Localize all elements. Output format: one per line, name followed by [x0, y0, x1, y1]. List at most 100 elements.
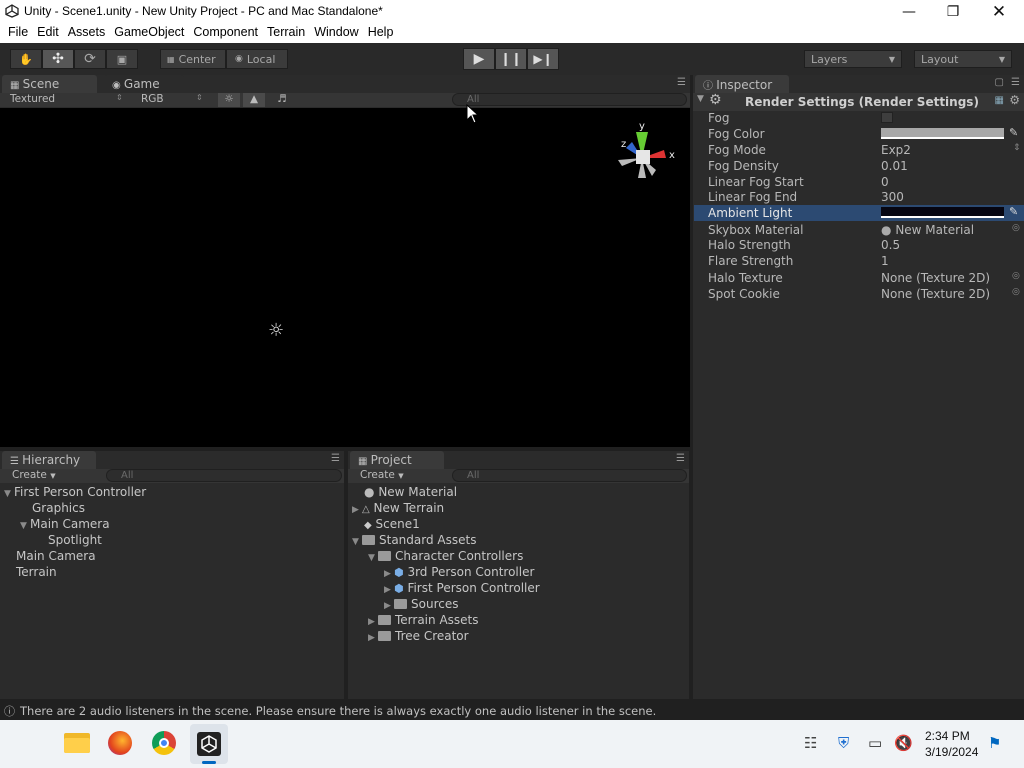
expand-arrow-icon[interactable]: ▼	[697, 94, 704, 104]
minimize-button[interactable]: —	[886, 0, 932, 23]
hierarchy-search-input[interactable]: All	[106, 469, 342, 482]
panel-menu-icon[interactable]: ☰	[676, 453, 685, 464]
list-item[interactable]: Main Camera	[16, 549, 96, 565]
menu-file[interactable]: File	[4, 23, 33, 43]
tab-game[interactable]: ◉ Game	[104, 75, 184, 93]
scale-tool-button[interactable]: ▣	[106, 49, 138, 69]
move-tool-button[interactable]: ✣	[42, 49, 74, 69]
expand-arrow-icon[interactable]: ▼	[352, 537, 362, 547]
pivot-toggle[interactable]: ▦ Center	[160, 49, 226, 69]
panel-menu-icon[interactable]: ☰	[677, 77, 686, 88]
maximize-button[interactable]: ❐	[930, 0, 976, 23]
skybox-toggle[interactable]: ▲	[243, 93, 265, 107]
layout-dropdown[interactable]: Layout ▼	[914, 50, 1012, 68]
rotate-tool-button[interactable]: ⟳	[74, 49, 106, 69]
settings-icon[interactable]: ⚙	[1009, 93, 1020, 107]
fog-color-swatch[interactable]	[881, 128, 1004, 139]
firefox-icon[interactable]	[108, 731, 132, 755]
unity-taskbar-button[interactable]	[190, 724, 228, 764]
flare-strength-field[interactable]: 1	[881, 254, 889, 268]
expand-arrow-icon[interactable]: ▼	[368, 553, 378, 563]
layers-dropdown[interactable]: Layers ▼	[804, 50, 902, 68]
clock-time[interactable]: 2:34 PM	[925, 729, 970, 743]
panel-menu-icon[interactable]: ☰	[331, 453, 340, 464]
list-item[interactable]: ▼ Standard Assets	[352, 533, 476, 549]
list-item[interactable]: ▼ Character Controllers	[368, 549, 523, 565]
tab-project[interactable]: ▦ Project	[350, 451, 444, 469]
tab-inspector[interactable]: ⓘ Inspector	[695, 75, 789, 93]
render-mode-dropdown[interactable]: RGB	[141, 93, 164, 105]
fog-mode-dropdown[interactable]: Exp2	[881, 143, 911, 157]
expand-arrow-icon[interactable]: ▼	[20, 521, 30, 531]
expand-arrow-icon[interactable]: ▶	[384, 601, 394, 611]
status-bar[interactable]: ⓘ There are 2 audio listeners in the sce…	[0, 701, 1024, 720]
list-item[interactable]: ▶ Tree Creator	[368, 629, 469, 645]
list-item[interactable]: Graphics	[32, 501, 85, 517]
scene-search-input[interactable]: All	[452, 93, 687, 106]
linear-fog-end-field[interactable]: 300	[881, 190, 904, 204]
orientation-gizmo[interactable]: y x z	[612, 120, 678, 184]
fog-density-field[interactable]: 0.01	[881, 159, 908, 173]
chrome-icon[interactable]	[152, 731, 176, 755]
scene-viewport[interactable]: ☼ y x z	[0, 108, 690, 447]
fog-checkbox[interactable]	[881, 112, 893, 123]
menu-help[interactable]: Help	[364, 23, 399, 43]
menu-gameobject[interactable]: GameObject	[110, 23, 189, 43]
expand-arrow-icon[interactable]: ▶	[352, 505, 362, 515]
menu-edit[interactable]: Edit	[33, 23, 64, 43]
list-item[interactable]: ● New Material	[364, 485, 457, 501]
eyedropper-icon[interactable]: ✎	[1009, 126, 1018, 139]
list-item[interactable]: ◆ Scene1	[364, 517, 420, 533]
spot-cookie-field[interactable]: None (Texture 2D)	[881, 287, 990, 301]
play-button[interactable]: ▶	[463, 48, 495, 70]
lock-icon[interactable]: ▢	[995, 77, 1004, 88]
light-gizmo-icon[interactable]: ☼	[268, 320, 294, 346]
network-off-icon[interactable]: ☷	[804, 734, 817, 752]
pause-button[interactable]: ❙❙	[495, 48, 527, 70]
hand-tool-button[interactable]: ✋	[10, 49, 42, 69]
clock-date[interactable]: 3/19/2024	[925, 745, 978, 759]
expand-arrow-icon[interactable]: ▶	[384, 569, 394, 579]
list-item[interactable]: ▶ Sources	[384, 597, 458, 613]
help-icon[interactable]: ▦	[995, 95, 1004, 106]
halo-texture-field[interactable]: None (Texture 2D)	[881, 271, 990, 285]
ambient-light-swatch[interactable]	[881, 207, 1004, 218]
expand-arrow-icon[interactable]: ▶	[384, 585, 394, 595]
project-create-button[interactable]: Create ▼	[360, 469, 404, 481]
audio-toggle[interactable]: ♬	[272, 93, 292, 105]
expand-arrow-icon[interactable]: ▶	[368, 633, 378, 643]
object-picker-icon[interactable]: ◎	[1012, 287, 1020, 297]
list-item[interactable]: ▶ ⬢ 3rd Person Controller	[384, 565, 534, 581]
step-button[interactable]: ▶❙	[527, 48, 559, 70]
speaker-muted-icon[interactable]: 🔇	[894, 734, 913, 752]
list-item[interactable]: ▶ ⬢ First Person Controller	[384, 581, 540, 597]
list-item[interactable]: ▼ Main Camera	[20, 517, 110, 533]
draw-mode-dropdown[interactable]: Textured	[10, 93, 55, 105]
linear-fog-start-field[interactable]: 0	[881, 175, 889, 189]
close-button[interactable]: ✕	[976, 0, 1022, 23]
panel-menu-icon[interactable]: ☰	[1011, 77, 1020, 88]
space-toggle[interactable]: ◉ Local	[226, 49, 288, 69]
menu-window[interactable]: Window	[310, 23, 363, 43]
expand-arrow-icon[interactable]: ▶	[368, 617, 378, 627]
lighting-toggle[interactable]: ☼	[218, 93, 240, 107]
menu-terrain[interactable]: Terrain	[263, 23, 310, 43]
list-item[interactable]: Terrain	[16, 565, 57, 581]
list-item[interactable]: ▶ △ New Terrain	[352, 501, 444, 517]
file-explorer-icon[interactable]	[64, 733, 90, 753]
hierarchy-create-button[interactable]: Create ▼	[12, 469, 56, 481]
list-item[interactable]: Spotlight	[48, 533, 102, 549]
object-picker-icon[interactable]: ◎	[1012, 223, 1020, 233]
tab-scene[interactable]: ▦ Scene	[2, 75, 97, 93]
skybox-material-field[interactable]: ● New Material	[881, 223, 974, 237]
halo-strength-field[interactable]: 0.5	[881, 238, 900, 252]
object-picker-icon[interactable]: ◎	[1012, 271, 1020, 281]
tab-hierarchy[interactable]: ☰ Hierarchy	[2, 451, 96, 469]
eyedropper-icon[interactable]: ✎	[1009, 205, 1018, 218]
security-shield-icon[interactable]: ⛨	[838, 734, 849, 752]
display-icon[interactable]: ▭	[868, 734, 882, 752]
expand-arrow-icon[interactable]: ▼	[4, 489, 14, 499]
notification-bell-icon[interactable]: ⚑	[988, 734, 1001, 752]
list-item[interactable]: ▼ First Person Controller	[4, 485, 146, 501]
list-item[interactable]: ▶ Terrain Assets	[368, 613, 479, 629]
